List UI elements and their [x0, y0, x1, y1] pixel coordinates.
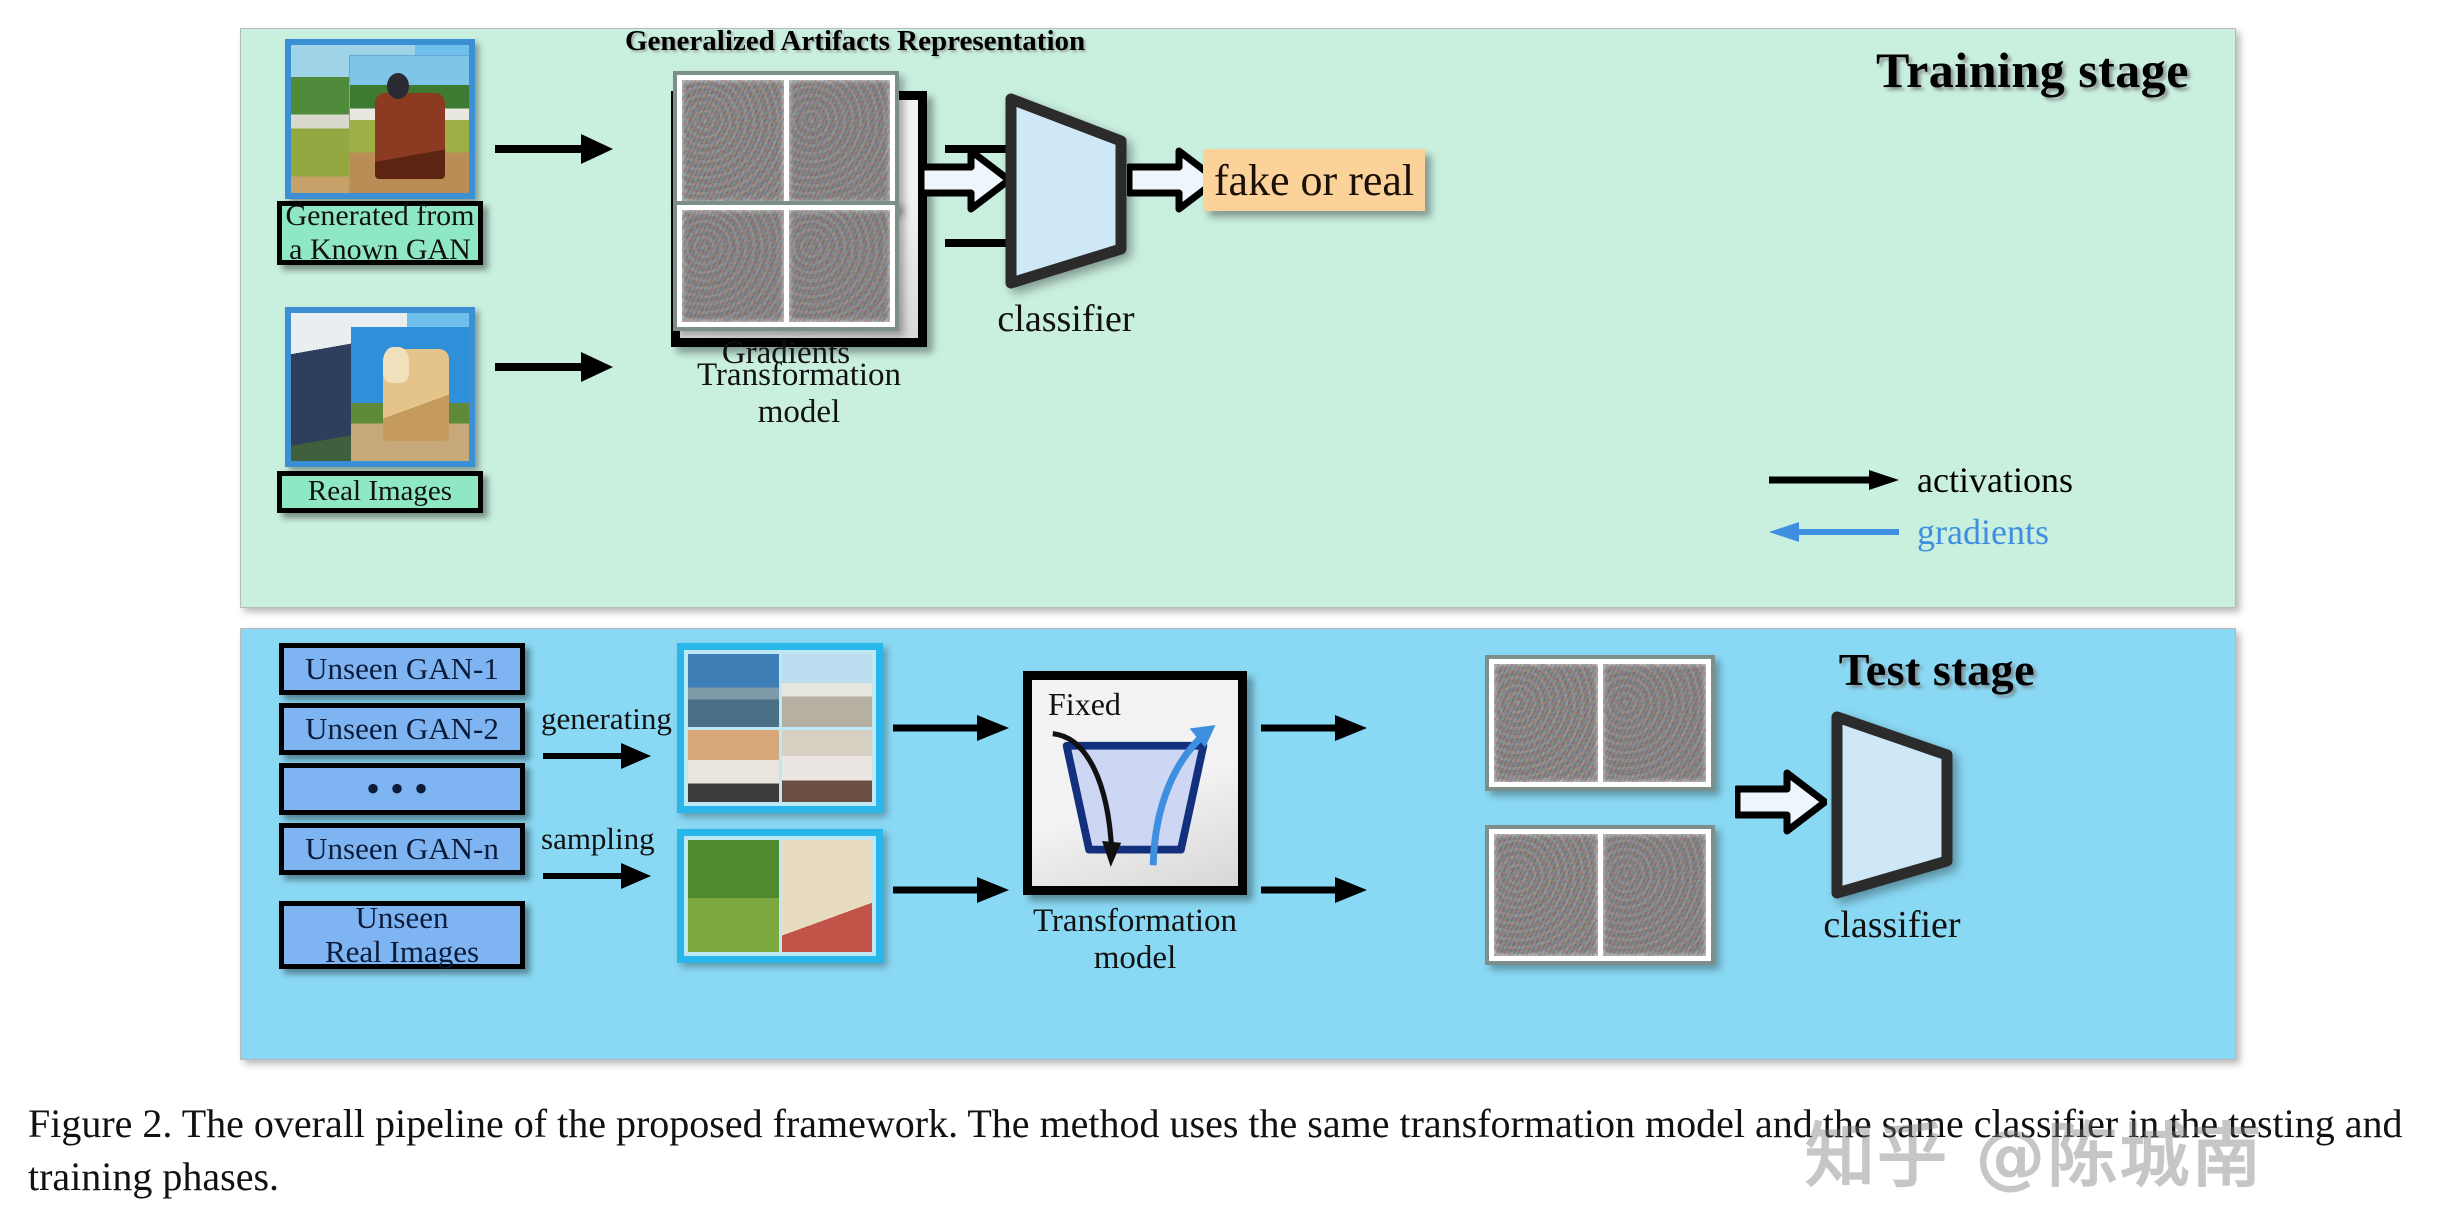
flow-word-generating: generating [541, 701, 672, 736]
test-artifact-tile [1602, 664, 1706, 782]
block-arrow-to-classifier [919, 147, 1011, 213]
generated-image-thumb [285, 39, 475, 199]
artifacts-representation-block [673, 71, 899, 211]
arrow-generated-to-model [493, 129, 613, 169]
test-stage-title: Test stage [1838, 644, 2035, 695]
real-test-images-grid [677, 829, 883, 963]
legend: activations gradients [1769, 454, 2189, 558]
ellipsis-label: ••• [365, 766, 438, 811]
output-label: fake or real [1213, 155, 1415, 205]
chip-real-images: Real Images [277, 471, 483, 513]
classifier-shape-test: classifier [1823, 711, 1961, 946]
chip-generated-from-known-gan: Generated from a Known GAN [277, 198, 483, 267]
arrow-model-to-test-gradients [1259, 873, 1367, 907]
chip-real-images-label: Real Images [307, 475, 453, 508]
test-image-dog [781, 840, 872, 952]
test-artifacts-block-bottom [1485, 825, 1715, 965]
transformation-model-box-test: Fixed [1023, 671, 1247, 895]
generalized-artifacts-representation-title: Generalized Artifacts Representation [625, 25, 1086, 57]
test-image-airplane-left [688, 654, 779, 727]
classifier-label-training: classifier [997, 298, 1135, 340]
unseen-gan-1-label: Unseen GAN-1 [305, 650, 499, 686]
test-stage-panel: Test stage Unseen GAN-1 Unseen GAN-2 •••… [240, 628, 2236, 1060]
training-stage-title: Training stage [1875, 42, 2189, 98]
classifier-label-test: classifier [1823, 904, 1961, 946]
transformation-model-label-test: Transformation model [1032, 903, 1238, 976]
legend-row-activations: activations [1769, 454, 2189, 506]
left-arrow-blue-icon [1769, 522, 1899, 542]
unseen-real-images-label: Unseen Real Images [324, 899, 480, 969]
arrow-generating [541, 739, 651, 773]
arrow-sampling [541, 859, 651, 893]
legend-label-activations: activations [1917, 460, 2073, 500]
output-fake-or-real: fake or real [1203, 149, 1425, 211]
gradient-tile [682, 210, 784, 322]
legend-label-gradients: gradients [1917, 512, 2049, 552]
unseen-gan-2-box: Unseen GAN-2 [279, 703, 525, 755]
test-image-airplane-right [781, 654, 872, 727]
artifact-tile [682, 80, 784, 202]
unseen-gan-n-label: Unseen GAN-n [305, 830, 499, 866]
gradients-label: Gradients [721, 335, 851, 371]
unseen-real-images-box: Unseen Real Images [279, 899, 525, 969]
legend-row-gradients: gradients [1769, 506, 2189, 558]
unseen-gan-n-box: Unseen GAN-n [279, 823, 525, 875]
block-arrow-to-test-classifier [1735, 769, 1827, 835]
gradient-tile [788, 210, 890, 322]
test-image-bedroom-left [688, 729, 779, 802]
test-artifact-tile [1602, 834, 1706, 956]
test-artifacts-block-top [1485, 655, 1715, 791]
chip-generated-label: Generated from a Known GAN [285, 198, 475, 267]
arrow-real-grid-to-model [891, 873, 1009, 907]
arrow-real-to-model [493, 347, 613, 387]
flow-word-sampling: sampling [541, 821, 655, 856]
real-image-thumb [285, 307, 475, 467]
unseen-gan-2-label: Unseen GAN-2 [305, 710, 499, 746]
test-image-bedroom-right [781, 729, 872, 802]
figure-2: Training stage Generated from a Known GA… [0, 0, 2448, 1230]
arrow-generated-grid-to-model [891, 711, 1009, 745]
unseen-gan-1-box: Unseen GAN-1 [279, 643, 525, 695]
gradients-representation-block [673, 201, 899, 331]
right-arrow-black-icon [1769, 470, 1899, 490]
generated-test-images-grid [677, 643, 883, 813]
training-stage-panel: Training stage Generated from a Known GA… [240, 25, 2236, 608]
classifier-shape-training: classifier [997, 91, 1135, 340]
unseen-gan-ellipsis-box: ••• [279, 763, 525, 815]
test-image-rabbit [688, 840, 779, 952]
test-artifact-tile [1494, 834, 1598, 956]
arrow-model-to-test-artifacts [1259, 711, 1367, 745]
artifact-tile [788, 80, 890, 202]
test-artifact-tile [1494, 664, 1598, 782]
figure-caption: Figure 2. The overall pipeline of the pr… [28, 1101, 2403, 1199]
